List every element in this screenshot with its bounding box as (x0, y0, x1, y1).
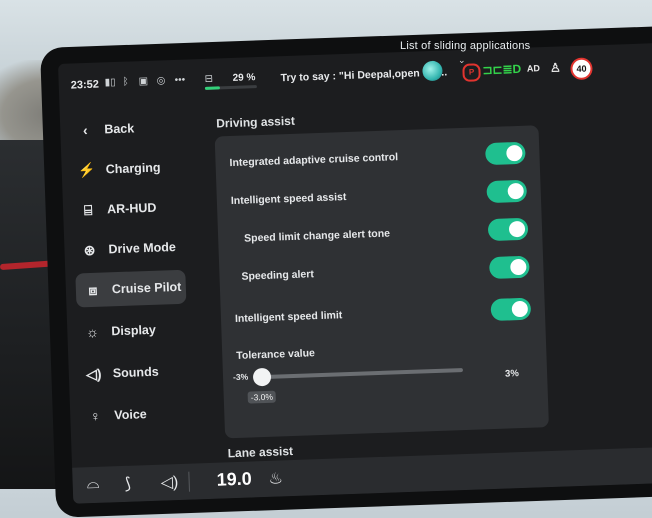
sidebar-item-label: AR-HUD (106, 200, 157, 217)
seat-heat-icon[interactable]: ♨ (268, 468, 283, 488)
toggle-knob (507, 182, 524, 200)
position-lights-icon: ⊐⊏ (482, 62, 503, 78)
slider-min-label: -3% (232, 371, 249, 383)
battery-level-bar (204, 85, 257, 90)
option-adaptive-cruise: Integrated adaptive cruise control (229, 140, 526, 178)
chevron-left-icon: ‹ (82, 122, 88, 139)
steering-wheel-icon: ⊛ (83, 241, 96, 258)
sidebar-item-charging[interactable]: ⚡ Charging (75, 150, 186, 188)
sidebar-item-label: Charging (105, 160, 161, 177)
infotainment-screen: 23:52 ▮▯ ᛒ ▣ ◎ ••• ⊟ 29 % Try to say : "… (58, 43, 652, 504)
cruise-pilot-icon: ⧈ (88, 281, 98, 298)
toggle-knob (511, 300, 529, 318)
sidebar-item-label: Voice (114, 407, 147, 423)
sidebar-item-cruise-pilot[interactable]: ⧈ Cruise Pilot (75, 269, 187, 308)
sidebar-item-label: Back (104, 121, 135, 137)
option-label: Speed limit change alert tone (243, 227, 391, 245)
option-label: Intelligent speed assist (230, 191, 347, 208)
speed-limit-sign: 40 (570, 57, 593, 81)
charging-icon: ⚡ (77, 161, 96, 178)
driving-assist-panel: Integrated adaptive cruise control Intel… (214, 125, 549, 439)
hud-icon: ⌸ (83, 201, 93, 218)
sidebar-item-label: Cruise Pilot (111, 279, 182, 297)
volume-icon[interactable]: ◁) (160, 472, 178, 493)
car-battery-icon: ⊟ (204, 73, 214, 85)
auto-headlight-icon: AD (526, 63, 541, 74)
sidebar-item-back[interactable]: ‹ Back (74, 110, 185, 148)
parking-brake-icon: P (462, 63, 481, 82)
voice-icon: ♀ (89, 407, 101, 425)
swipe-hint-label: List of sliding applications (400, 40, 531, 52)
option-intelligent-speed-assist: Intelligent speed assist (230, 178, 528, 216)
status-bar: 23:52 ▮▯ ᛒ ▣ ◎ ••• ⊟ 29 % Try to say : "… (70, 53, 650, 97)
tolerance-label: Tolerance value (236, 347, 316, 362)
tolerance-slider-handle[interactable] (252, 367, 272, 387)
option-speeding-alert: Speeding alert (233, 254, 530, 292)
sidebar-item-drive-mode[interactable]: ⊛ Drive Mode (78, 230, 189, 268)
section-title-lane-assist: Lane assist (227, 444, 294, 461)
seatbelt-icon: ♙ (549, 60, 562, 75)
signal-icon: ▮▯ (104, 77, 116, 89)
bluetooth-icon: ᛒ (122, 76, 129, 88)
speaker-icon: ◁) (85, 365, 102, 382)
toggle-speeding-alert[interactable] (489, 255, 530, 280)
toggle-adaptive-cruise[interactable] (485, 141, 526, 166)
option-label: Intelligent speed limit (234, 309, 343, 325)
tolerance-slider-track[interactable] (262, 368, 463, 380)
low-beam-icon: ≣D (502, 61, 522, 77)
toggle-intelligent-speed-limit[interactable] (490, 297, 532, 322)
option-label: Integrated adaptive cruise control (229, 151, 399, 170)
brightness-icon: ☼ (85, 323, 100, 341)
tolerance-current-value: -3.0% (247, 390, 277, 404)
toggle-knob (506, 144, 523, 162)
toggle-intelligent-speed-assist[interactable] (486, 179, 528, 204)
sidebar-item-label: Display (111, 322, 157, 339)
battery-percent: 29 % (232, 72, 256, 84)
webcam-icon: ◎ (156, 75, 166, 87)
settings-sidebar: ‹ Back ⚡ Charging ⌸ AR-HUD ⊛ Drive Mode … (60, 109, 223, 494)
option-speed-limit-alert-tone: Speed limit change alert tone (232, 216, 529, 254)
sidebar-item-label: Sounds (112, 364, 159, 381)
toggle-knob (510, 258, 527, 276)
option-intelligent-speed-limit: Intelligent speed limit (235, 296, 532, 334)
windshield-defrost-icon[interactable]: ⌓ (86, 475, 99, 493)
toggle-speed-limit-alert-tone[interactable] (487, 217, 529, 242)
wiper-icon[interactable]: ⟆ (124, 474, 131, 494)
video-record-icon: ▣ (138, 75, 149, 88)
battery-level-fill (204, 86, 221, 90)
sidebar-item-ar-hud[interactable]: ⌸ AR-HUD (77, 190, 188, 228)
section-title-driving-assist: Driving assist (215, 113, 296, 131)
toggle-knob (508, 220, 526, 238)
sidebar-item-voice[interactable]: ♀ Voice (84, 395, 195, 433)
option-label: Speeding alert (241, 268, 315, 283)
sidebar-item-display[interactable]: ☼ Display (81, 312, 192, 350)
more-dots-icon[interactable]: ••• (174, 75, 185, 86)
clock: 23:52 (70, 78, 100, 92)
slider-max-label: 3% (504, 368, 520, 380)
sidebar-item-label: Drive Mode (108, 240, 177, 257)
swipe-down-icon: ⌄ (458, 55, 466, 65)
sidebar-item-sounds[interactable]: ◁) Sounds (82, 353, 193, 391)
temperature-display[interactable]: 19.0 (216, 469, 252, 491)
